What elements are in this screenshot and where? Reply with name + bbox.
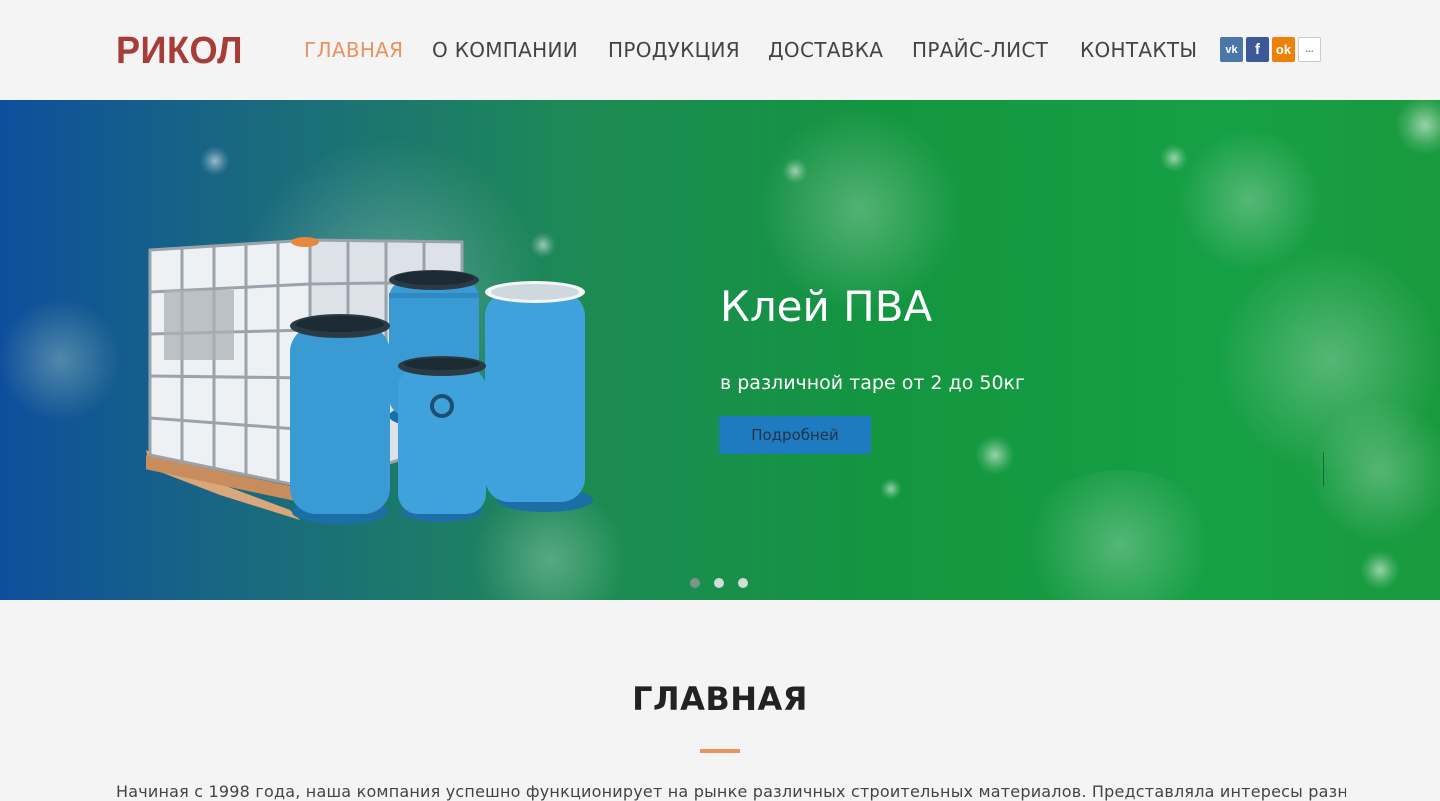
nav-item-pricelist[interactable]: ПРАЙС-ЛИСТ (912, 38, 1048, 62)
bokeh-decoration (880, 478, 902, 500)
nav-item-about[interactable]: О КОМПАНИИ (432, 38, 578, 62)
dotted-separator (0, 664, 1440, 665)
slider-dot-1[interactable] (690, 578, 700, 588)
nav-item-contacts[interactable]: КОНТАКТЫ (1080, 38, 1197, 62)
nav-item-delivery[interactable]: ДОСТАВКА (768, 38, 883, 62)
facebook-icon[interactable]: f (1246, 37, 1269, 62)
bokeh-decoration (760, 110, 960, 310)
bokeh-decoration (200, 146, 230, 176)
more-icon[interactable]: ... (1298, 37, 1321, 62)
more-button[interactable]: Подробней (719, 416, 871, 454)
hero-slider: Клей ПВА в различной таре от 2 до 50кг П… (0, 100, 1440, 600)
odnoklassniki-icon[interactable]: ok (1272, 37, 1295, 62)
bokeh-decoration (782, 158, 808, 184)
nav-item-home[interactable]: ГЛАВНАЯ (304, 38, 403, 62)
site-logo[interactable]: РИКОЛ (116, 30, 243, 73)
bokeh-decoration (1020, 470, 1220, 600)
intro-text: Начиная с 1998 года, наша компания успеш… (116, 782, 1346, 801)
site-header: РИКОЛ ГЛАВНАЯ О КОМПАНИИ ПРОДУКЦИЯ ДОСТА… (0, 0, 1440, 100)
product-image (146, 237, 593, 524)
slider-dots (690, 578, 748, 588)
dotted-separator (0, 718, 1440, 719)
vk-icon[interactable]: vk (1220, 37, 1243, 62)
section-title: ГЛАВНАЯ (632, 680, 808, 718)
hero-divider (1323, 452, 1324, 486)
bokeh-decoration (1360, 550, 1400, 590)
hero-subtitle: в различной таре от 2 до 50кг (720, 372, 1025, 394)
social-share: vk f ok ... (1220, 37, 1321, 62)
slider-dot-3[interactable] (738, 578, 748, 588)
bokeh-decoration (1180, 130, 1320, 270)
title-underline (700, 749, 740, 753)
bokeh-decoration (1160, 144, 1188, 172)
hero-title: Клей ПВА (720, 282, 933, 331)
bokeh-decoration (1395, 100, 1440, 155)
nav-item-products[interactable]: ПРОДУКЦИЯ (608, 38, 740, 62)
slider-dot-2[interactable] (714, 578, 724, 588)
bokeh-decoration (0, 300, 120, 420)
bokeh-decoration (975, 435, 1015, 475)
bokeh-decoration (1310, 400, 1440, 540)
